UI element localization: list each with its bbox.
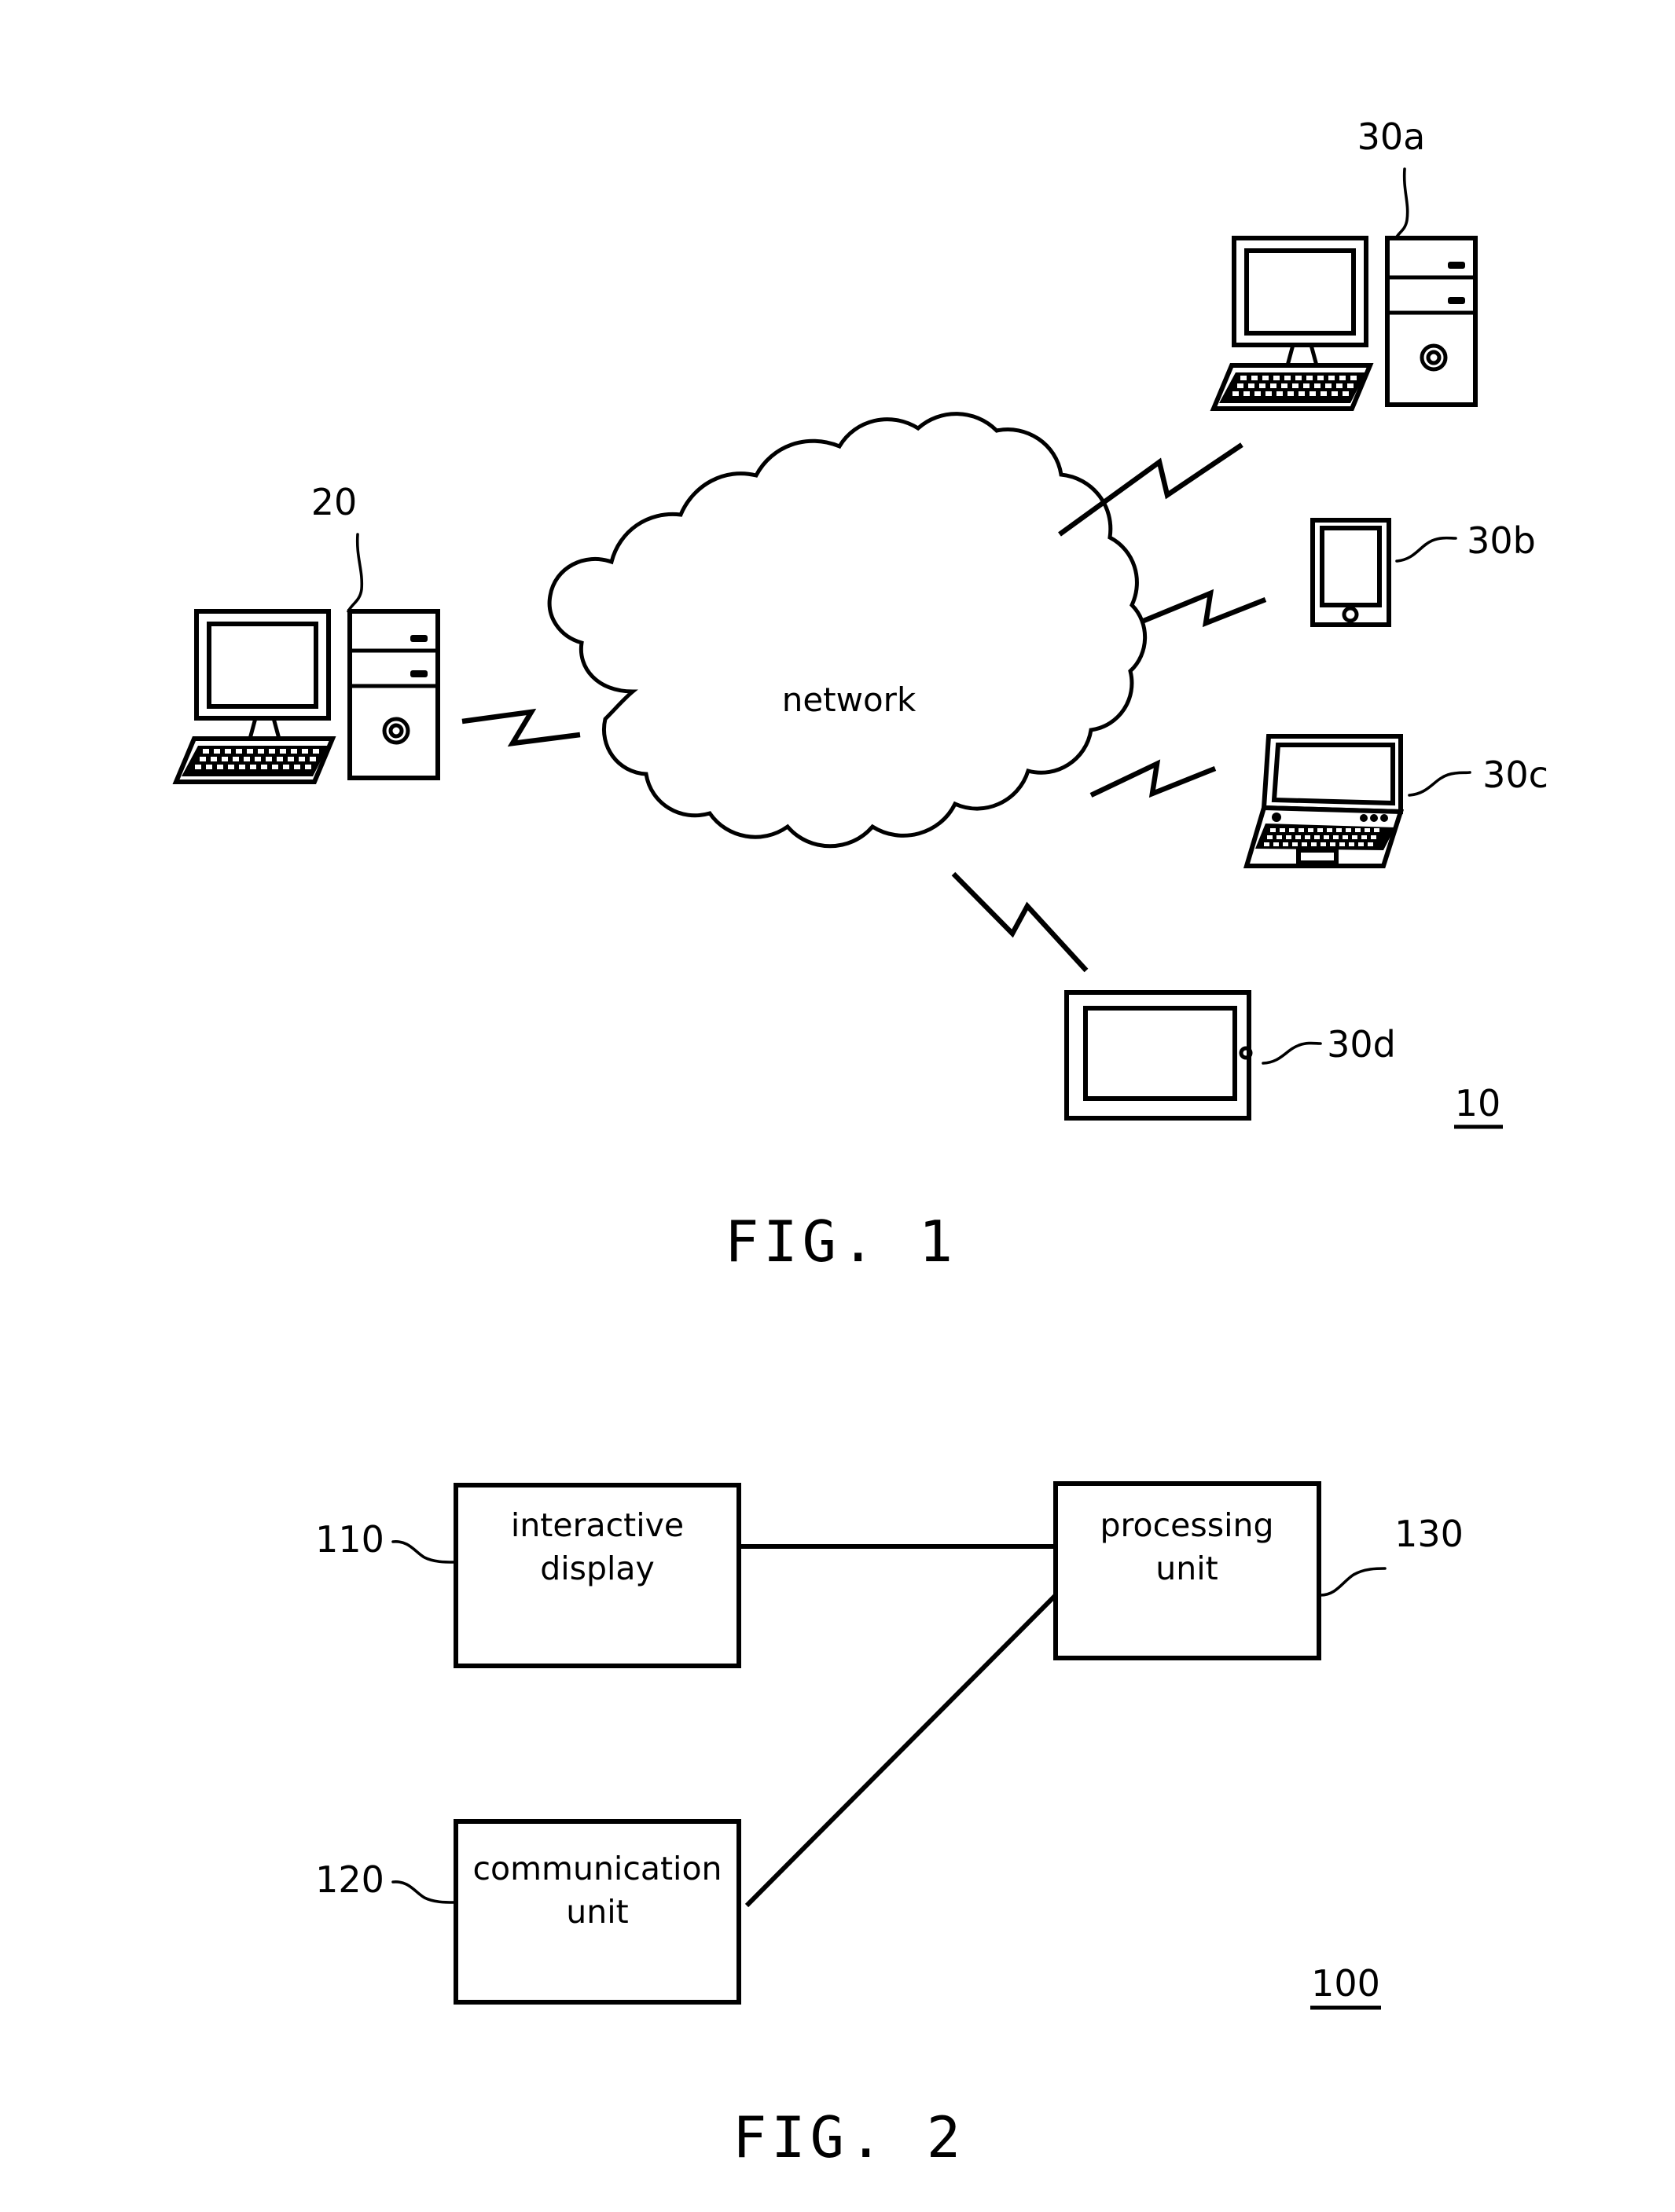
block-120-line1: communication [472,1850,722,1887]
smartphone-30b: 30b [1310,518,1536,627]
keyboard-keys-30a [1219,372,1366,403]
system-reference-10-label: 10 [1455,1082,1501,1124]
reference-label-30a: 30a [1357,116,1426,158]
reference-label-130: 130 [1394,1513,1464,1555]
block-110-line1: interactive [511,1506,684,1544]
block-130-line1: processing [1100,1506,1274,1544]
block-120-line2: unit [566,1893,628,1931]
block-communication-unit: communication unit 120 [315,1819,741,2005]
tablet-30d: 30d [1064,990,1396,1121]
desktop-computer-30a: 30a [1210,116,1478,411]
network-cloud: network [547,412,1148,849]
link-network-to-30a [1058,442,1243,537]
reference-label-30d: 30d [1327,1023,1396,1066]
block-110-line2: display [540,1550,655,1587]
reference-label-20: 20 [311,481,358,523]
link-network-to-30d [951,871,1089,973]
laptop-30c: 30c [1243,734,1548,868]
system-reference-100: 100 [1310,1962,1381,2010]
system-reference-10: 10 [1454,1082,1503,1129]
network-cloud-label: network [782,680,916,719]
link-network-to-30c [1089,759,1217,798]
block-interactive-display: interactive display 110 [315,1483,741,1668]
system-reference-100-label: 100 [1311,1962,1380,2005]
connector-120-to-130 [744,1593,1058,1908]
figure-1-and-2-canvas: network 20 30a 30b 30c 30d 10 FIG. 1 int… [172,116,1548,2170]
desktop-computer-20: 20 [172,481,440,784]
link-20-to-network [461,708,581,747]
block-130-line2: unit [1155,1550,1218,1587]
patent-drawing-sheet: network 20 30a 30b 30c 30d 10 FIG. 1 int… [0,0,1675,2212]
figure-1-caption: FIG. 1 [725,1209,957,1275]
reference-label-110: 110 [315,1518,384,1561]
figure-2-caption: FIG. 2 [733,2104,965,2170]
link-network-to-30b [1142,589,1267,628]
reference-label-120: 120 [315,1858,384,1901]
reference-label-30b: 30b [1467,519,1536,562]
reference-label-30c: 30c [1482,754,1548,796]
keyboard-keys-20 [182,746,329,776]
block-processing-unit: processing unit 130 [1053,1481,1464,1660]
